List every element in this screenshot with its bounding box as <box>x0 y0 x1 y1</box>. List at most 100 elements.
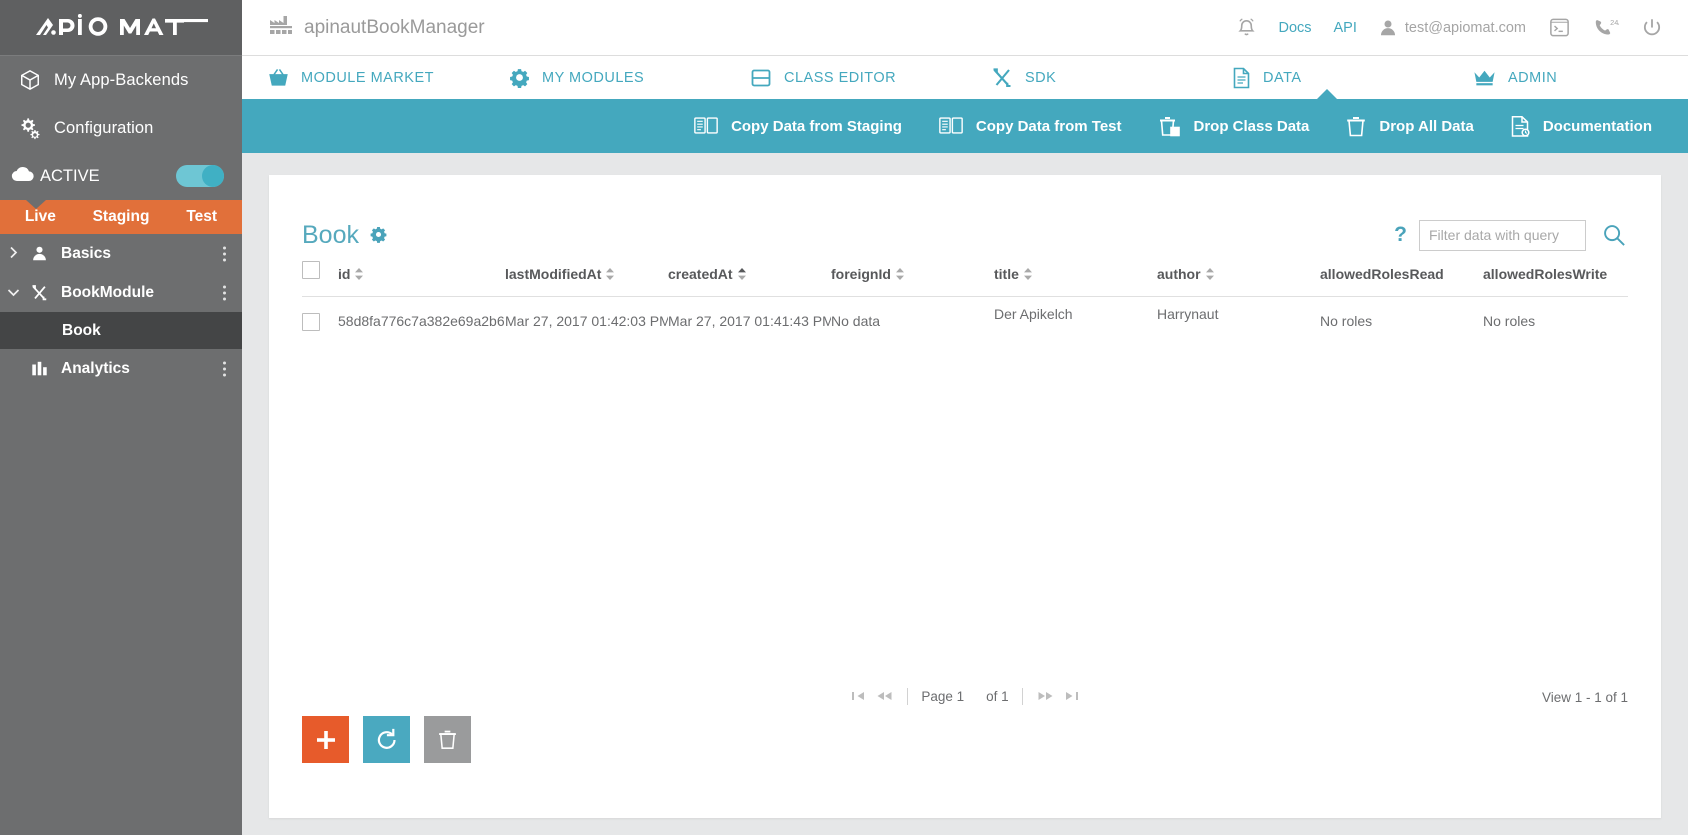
sidebar-item-my-app-backends[interactable]: My App-Backends <box>0 56 242 104</box>
column-label: title <box>994 266 1019 282</box>
logout-button[interactable] <box>1630 17 1674 39</box>
gear-icon[interactable] <box>370 221 387 250</box>
panel-header: Book ? <box>302 175 1628 261</box>
chevron-down-icon[interactable] <box>0 285 26 300</box>
column-label: createdAt <box>668 266 733 282</box>
sort-icon-active <box>737 268 746 280</box>
api-link[interactable]: API <box>1323 20 1368 36</box>
sidebar-active-label: ACTIVE <box>40 166 100 185</box>
page-total-label: of 1 <box>986 689 1009 704</box>
crown-icon <box>1474 70 1495 86</box>
next-page-button[interactable] <box>1032 690 1059 704</box>
column-label: allowedRolesRead <box>1320 266 1444 282</box>
page-label: Page 1 <box>921 689 965 704</box>
refresh-button[interactable] <box>363 716 410 763</box>
chevron-right-icon[interactable] <box>0 246 26 262</box>
toolbar-label: Drop All Data <box>1379 117 1474 135</box>
sidebar-tree-label: BookModule <box>61 283 154 301</box>
row-checkbox[interactable] <box>302 313 320 331</box>
trash-icon <box>1347 116 1366 136</box>
nav-module-market[interactable]: MODULE MARKET <box>242 56 483 99</box>
factory-icon <box>269 15 293 41</box>
cell-foreignid: No data <box>831 313 881 329</box>
doc-clock-icon <box>1511 115 1530 137</box>
drop-class-data-button[interactable]: Drop Class Data <box>1140 115 1328 138</box>
sidebar-tree-label: Basics <box>61 244 111 262</box>
env-tab-staging[interactable]: Staging <box>81 200 162 234</box>
page-title: Book <box>302 220 359 249</box>
docs-link[interactable]: Docs <box>1267 20 1322 36</box>
filter-input[interactable] <box>1419 219 1586 251</box>
sidebar-item-analytics[interactable]: Analytics <box>0 349 242 388</box>
toggle-knob <box>202 165 224 187</box>
select-all-checkbox[interactable] <box>302 261 320 279</box>
analytics-menu-icon[interactable] <box>223 361 226 376</box>
nav-label: MODULE MARKET <box>301 69 434 86</box>
column-header-lastmodifiedat[interactable]: lastModifiedAt <box>505 261 668 297</box>
environment-selector: Live Staging Test <box>0 200 242 234</box>
class-icon <box>751 69 771 86</box>
sidebar-item-bookmodule[interactable]: BookModule <box>0 273 242 312</box>
nav-class-editor[interactable]: CLASS EDITOR <box>724 56 965 99</box>
console-button[interactable] <box>1537 16 1582 39</box>
query-help-icon[interactable]: ? <box>1394 223 1407 247</box>
sidebar-item-book[interactable]: Book <box>0 312 242 349</box>
svg-text:24/7: 24/7 <box>1610 18 1619 27</box>
nav-admin[interactable]: ADMIN <box>1447 56 1688 99</box>
column-label: id <box>338 266 351 282</box>
gear-icon <box>510 69 529 88</box>
add-record-button[interactable] <box>302 716 349 763</box>
column-header-foreignid[interactable]: foreignId <box>831 261 994 297</box>
api-label: API <box>1333 19 1357 36</box>
view-count: View 1 - 1 of 1 <box>1541 690 1628 705</box>
cell-lastmodifiedat: Mar 27, 2017 01:42:03 PM <box>505 313 668 329</box>
drop-all-data-button[interactable]: Drop All Data <box>1327 115 1491 138</box>
top-bar-right: Docs API test@apiomat.com 24 <box>1226 16 1674 39</box>
tools-icon <box>993 68 1011 88</box>
support-button[interactable]: 24/7 <box>1582 17 1630 39</box>
toolbar-label: Drop Class Data <box>1193 117 1310 135</box>
nav-label: ADMIN <box>1508 69 1558 86</box>
nav-data[interactable]: DATA <box>1206 56 1447 100</box>
documentation-button[interactable]: Documentation <box>1492 115 1670 138</box>
sort-icon <box>355 268 364 280</box>
sort-icon <box>1023 268 1032 280</box>
trash-icon <box>439 730 456 749</box>
cell-author: Harrynaut <box>1157 306 1219 322</box>
nav-my-modules[interactable]: MY MODULES <box>483 56 724 99</box>
content-area: Book ? Filter data with query id lastMod… <box>242 153 1688 835</box>
bookmodule-menu-icon[interactable] <box>223 285 226 300</box>
nav-label: CLASS EDITOR <box>784 69 897 86</box>
copy-data-from-staging-button[interactable]: Copy Data from Staging <box>675 115 920 137</box>
column-label: author <box>1157 266 1201 282</box>
last-page-button[interactable] <box>1059 690 1084 704</box>
column-header-id[interactable]: id <box>338 261 505 297</box>
basket-icon <box>269 69 288 86</box>
table-row[interactable]: 58d8fa776c7a382e69a2b6( Mar 27, 2017 01:… <box>302 297 1628 335</box>
refresh-icon <box>377 728 396 749</box>
logo[interactable] <box>0 0 242 56</box>
nav-sdk[interactable]: SDK <box>965 56 1206 99</box>
top-bar: apinautBookManager Docs API test@apiomat… <box>242 0 1688 56</box>
basics-menu-icon[interactable] <box>223 246 226 261</box>
previous-page-button[interactable] <box>871 690 898 704</box>
docs-label: Docs <box>1278 19 1312 36</box>
delete-button[interactable] <box>424 716 471 763</box>
sidebar-item-configuration[interactable]: Configuration <box>0 104 242 152</box>
copy-data-from-test-button[interactable]: Copy Data from Test <box>920 115 1140 137</box>
notifications-button[interactable] <box>1226 17 1267 38</box>
active-toggle[interactable] <box>176 165 224 187</box>
sidebar-item-label: Configuration <box>54 118 154 137</box>
pager-divider <box>1021 688 1023 705</box>
phone-247-icon: 24/7 <box>1595 18 1619 34</box>
first-page-button[interactable] <box>846 690 871 704</box>
panel-title: Book <box>302 221 387 250</box>
data-panel: Book ? Filter data with query id lastMod… <box>269 175 1661 818</box>
sidebar-item-basics[interactable]: Basics <box>0 234 242 273</box>
table-header-row: id lastModifiedAt createdAt foreignId ti… <box>302 261 1628 297</box>
env-tab-test[interactable]: Test <box>161 200 242 234</box>
user-account[interactable]: test@apiomat.com <box>1368 19 1537 37</box>
column-header-createdat[interactable]: createdAt <box>668 261 831 297</box>
document-icon <box>1233 67 1250 88</box>
search-button[interactable] <box>1600 221 1628 249</box>
